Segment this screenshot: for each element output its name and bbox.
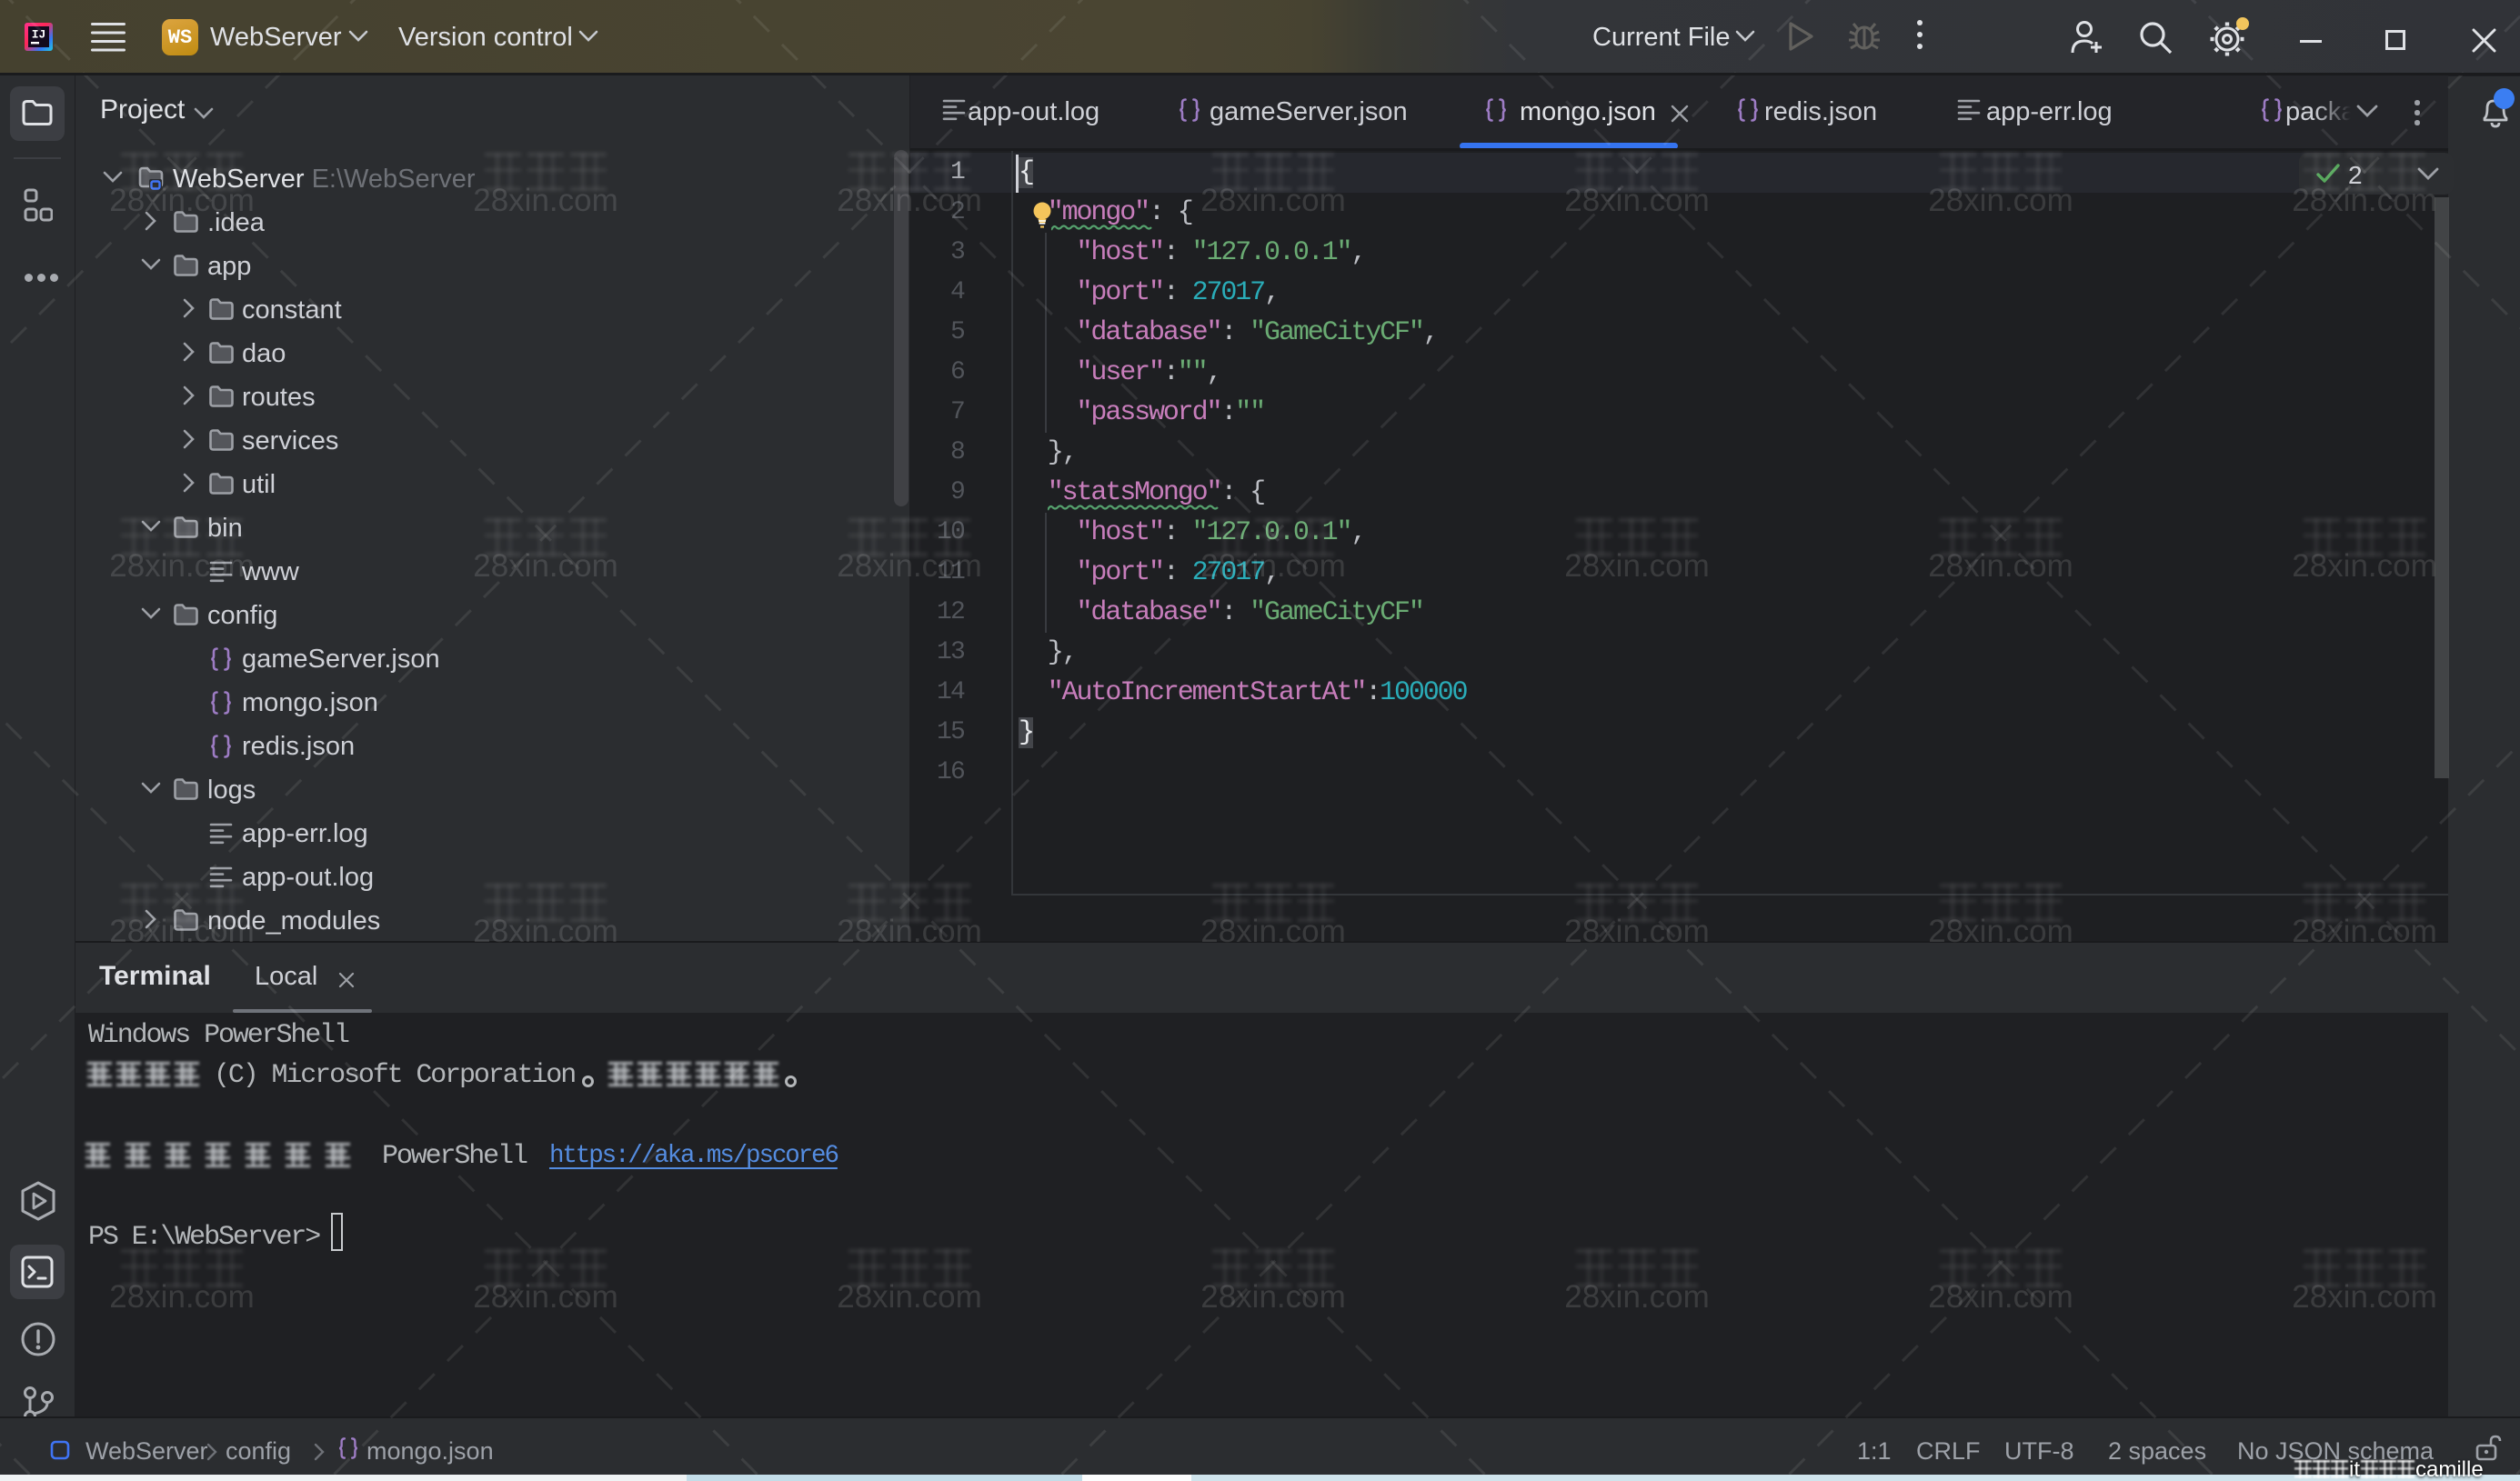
- svg-text:IJ: IJ: [32, 28, 46, 42]
